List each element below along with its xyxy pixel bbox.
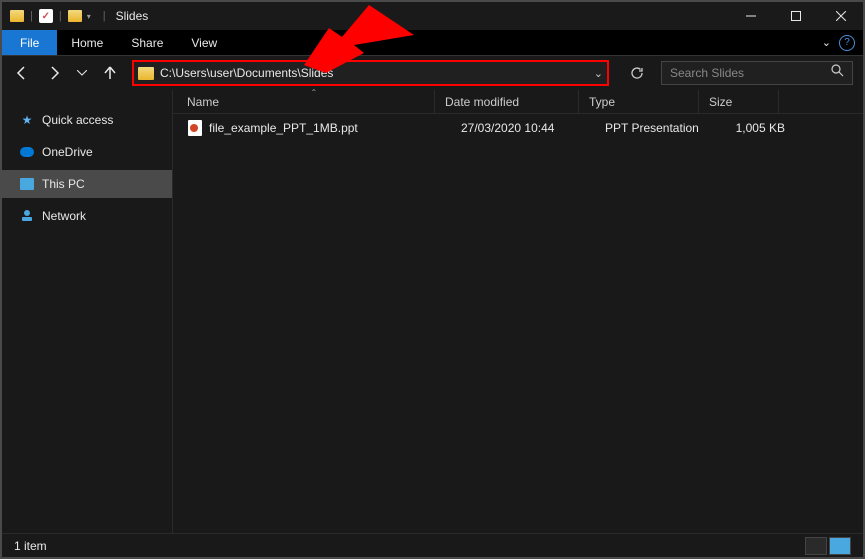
onedrive-icon [20, 147, 34, 157]
folder-icon [8, 7, 26, 25]
item-count: 1 item [14, 539, 47, 553]
close-button[interactable] [818, 2, 863, 30]
statusbar: 1 item [2, 533, 863, 557]
tab-share[interactable]: Share [117, 30, 177, 55]
properties-icon[interactable] [37, 7, 55, 25]
file-size: 1,005 KB [715, 121, 795, 135]
refresh-button[interactable] [625, 61, 649, 85]
folder-icon [138, 67, 154, 80]
pc-icon [20, 178, 34, 190]
ppt-icon [187, 120, 203, 136]
content-area: ★ Quick access OneDrive This PC Network [2, 90, 863, 533]
separator: | [30, 10, 33, 22]
sidebar-item-label: This PC [42, 177, 85, 191]
column-headers: Name ⌃ Date modified Type Size [173, 90, 863, 114]
sidebar-item-quick-access[interactable]: ★ Quick access [2, 106, 172, 134]
file-list: Name ⌃ Date modified Type Size file_exam… [172, 90, 863, 533]
view-toggles [805, 537, 851, 555]
forward-button[interactable] [44, 63, 64, 83]
search-input[interactable]: Search Slides [661, 61, 853, 85]
separator: | [59, 10, 62, 22]
back-button[interactable] [12, 63, 32, 83]
search-icon[interactable] [831, 64, 844, 82]
file-type: PPT Presentation [595, 121, 715, 135]
column-type[interactable]: Type [579, 90, 699, 113]
qat: | | ▾ | [8, 7, 110, 25]
qat-dropdown-icon[interactable]: ▾ [87, 12, 91, 21]
address-dropdown-icon[interactable]: ⌄ [594, 67, 603, 80]
titlebar: | | ▾ | Slides [2, 2, 863, 30]
up-button[interactable] [100, 63, 120, 83]
explorer-window: | | ▾ | Slides File Home Share View ⌄ [0, 0, 865, 559]
star-icon: ★ [20, 113, 34, 127]
network-icon [20, 209, 34, 223]
sidebar-item-this-pc[interactable]: This PC [2, 170, 172, 198]
file-name: file_example_PPT_1MB.ppt [209, 121, 451, 135]
search-placeholder: Search Slides [670, 66, 831, 80]
column-date[interactable]: Date modified [435, 90, 579, 113]
sidebar-item-label: Quick access [42, 113, 113, 127]
sort-indicator-icon: ⌃ [311, 88, 318, 97]
address-bar[interactable]: C:\Users\user\Documents\Slides ⌄ [132, 60, 609, 86]
navbar: C:\Users\user\Documents\Slides ⌄ Search … [2, 56, 863, 90]
minimize-button[interactable] [728, 2, 773, 30]
sidebar-item-label: OneDrive [42, 145, 93, 159]
help-icon[interactable]: ? [839, 35, 855, 51]
column-name[interactable]: Name ⌃ [187, 90, 435, 113]
sidebar-item-onedrive[interactable]: OneDrive [2, 138, 172, 166]
ribbon-expand-icon[interactable]: ⌄ [822, 36, 831, 49]
tab-view[interactable]: View [177, 30, 231, 55]
view-thumbnails-button[interactable] [829, 537, 851, 555]
sidebar: ★ Quick access OneDrive This PC Network [2, 90, 172, 533]
tab-home[interactable]: Home [57, 30, 117, 55]
address-path[interactable]: C:\Users\user\Documents\Slides [160, 66, 594, 80]
window-controls [728, 2, 863, 30]
view-details-button[interactable] [805, 537, 827, 555]
sidebar-item-network[interactable]: Network [2, 202, 172, 230]
tab-file[interactable]: File [2, 30, 57, 55]
separator: | [103, 10, 106, 22]
recent-dropdown-icon[interactable] [76, 63, 88, 83]
file-row[interactable]: file_example_PPT_1MB.ppt 27/03/2020 10:4… [173, 114, 863, 142]
maximize-button[interactable] [773, 2, 818, 30]
file-date: 27/03/2020 10:44 [451, 121, 595, 135]
column-size[interactable]: Size [699, 90, 779, 113]
sidebar-item-label: Network [42, 209, 86, 223]
folder-icon[interactable] [66, 7, 84, 25]
ribbon: File Home Share View ⌄ ? [2, 30, 863, 56]
window-title: Slides [116, 9, 149, 23]
